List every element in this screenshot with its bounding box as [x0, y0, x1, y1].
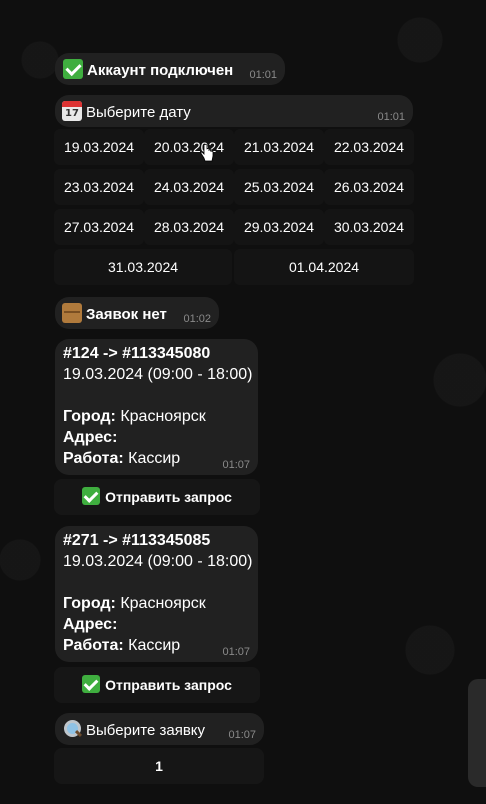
- message-time: 01:02: [183, 313, 211, 325]
- address-label: Адрес:: [63, 429, 118, 446]
- magnifier-icon: [62, 719, 82, 739]
- date-button[interactable]: 27.03.2024: [54, 209, 144, 245]
- date-button[interactable]: 23.03.2024: [54, 169, 144, 205]
- choose-order-message: Выберите заявку 01:07: [55, 713, 264, 745]
- send-request-button[interactable]: Отправить запрос: [54, 479, 260, 515]
- city-label: Город:: [63, 408, 116, 425]
- order-message: #124 -> #113345080 19.03.2024 (09:00 - 1…: [55, 339, 258, 475]
- no-orders-message: Заявок нет 01:02: [55, 297, 219, 329]
- work-label: Работа:: [63, 637, 124, 654]
- order-header: #124 -> #113345080: [63, 345, 211, 362]
- date-button[interactable]: 21.03.2024: [234, 129, 324, 165]
- send-request-button[interactable]: Отправить запрос: [54, 667, 260, 703]
- order-date-line: 19.03.2024 (09:00 - 18:00): [63, 366, 253, 383]
- date-button[interactable]: 26.03.2024: [324, 169, 414, 205]
- city-label: Город:: [63, 595, 116, 612]
- scroll-down-button[interactable]: [468, 679, 486, 787]
- date-button[interactable]: 20.03.2024: [144, 129, 234, 165]
- check-mark-icon: [82, 675, 101, 693]
- order-date-line: 19.03.2024 (09:00 - 18:00): [63, 553, 253, 570]
- check-mark-icon: [82, 487, 101, 505]
- date-button[interactable]: 24.03.2024: [144, 169, 234, 205]
- date-button[interactable]: 22.03.2024: [324, 129, 414, 165]
- date-button[interactable]: 31.03.2024: [54, 249, 232, 285]
- package-icon: [62, 303, 82, 323]
- account-connected-message: Аккаунт подключен 01:01: [55, 53, 285, 85]
- send-request-label: Отправить запрос: [105, 677, 232, 693]
- message-time: 01:07: [228, 729, 256, 741]
- work-value: Кассир: [123, 450, 181, 467]
- send-request-label: Отправить запрос: [105, 489, 232, 505]
- date-button[interactable]: 01.04.2024: [234, 249, 414, 285]
- message-time: 01:07: [222, 646, 250, 658]
- order-message: #271 -> #113345085 19.03.2024 (09:00 - 1…: [55, 526, 258, 662]
- no-orders-text: Заявок нет: [86, 306, 167, 323]
- choose-date-text: Выберите дату: [86, 104, 191, 121]
- date-button[interactable]: 28.03.2024: [144, 209, 234, 245]
- order-number-button[interactable]: 1: [54, 748, 264, 784]
- hand-cursor-icon: [200, 144, 214, 162]
- date-button[interactable]: 29.03.2024: [234, 209, 324, 245]
- city-value: Красноярск: [115, 595, 206, 612]
- check-mark-icon: [63, 59, 83, 79]
- choose-date-message: Выберите дату 01:01: [55, 95, 413, 127]
- city-value: Красноярск: [115, 408, 206, 425]
- message-time: 01:01: [377, 111, 405, 123]
- work-label: Работа:: [63, 450, 124, 467]
- date-button[interactable]: 30.03.2024: [324, 209, 414, 245]
- date-button[interactable]: 25.03.2024: [234, 169, 324, 205]
- calendar-icon: [62, 101, 82, 121]
- choose-order-text: Выберите заявку: [86, 722, 206, 739]
- order-header: #271 -> #113345085: [63, 532, 211, 549]
- date-button[interactable]: 19.03.2024: [54, 129, 144, 165]
- message-time: 01:07: [222, 459, 250, 471]
- message-time: 01:01: [249, 69, 277, 81]
- account-status-text: Аккаунт подключен: [87, 62, 234, 79]
- work-value: Кассир: [123, 637, 181, 654]
- address-label: Адрес:: [63, 616, 118, 633]
